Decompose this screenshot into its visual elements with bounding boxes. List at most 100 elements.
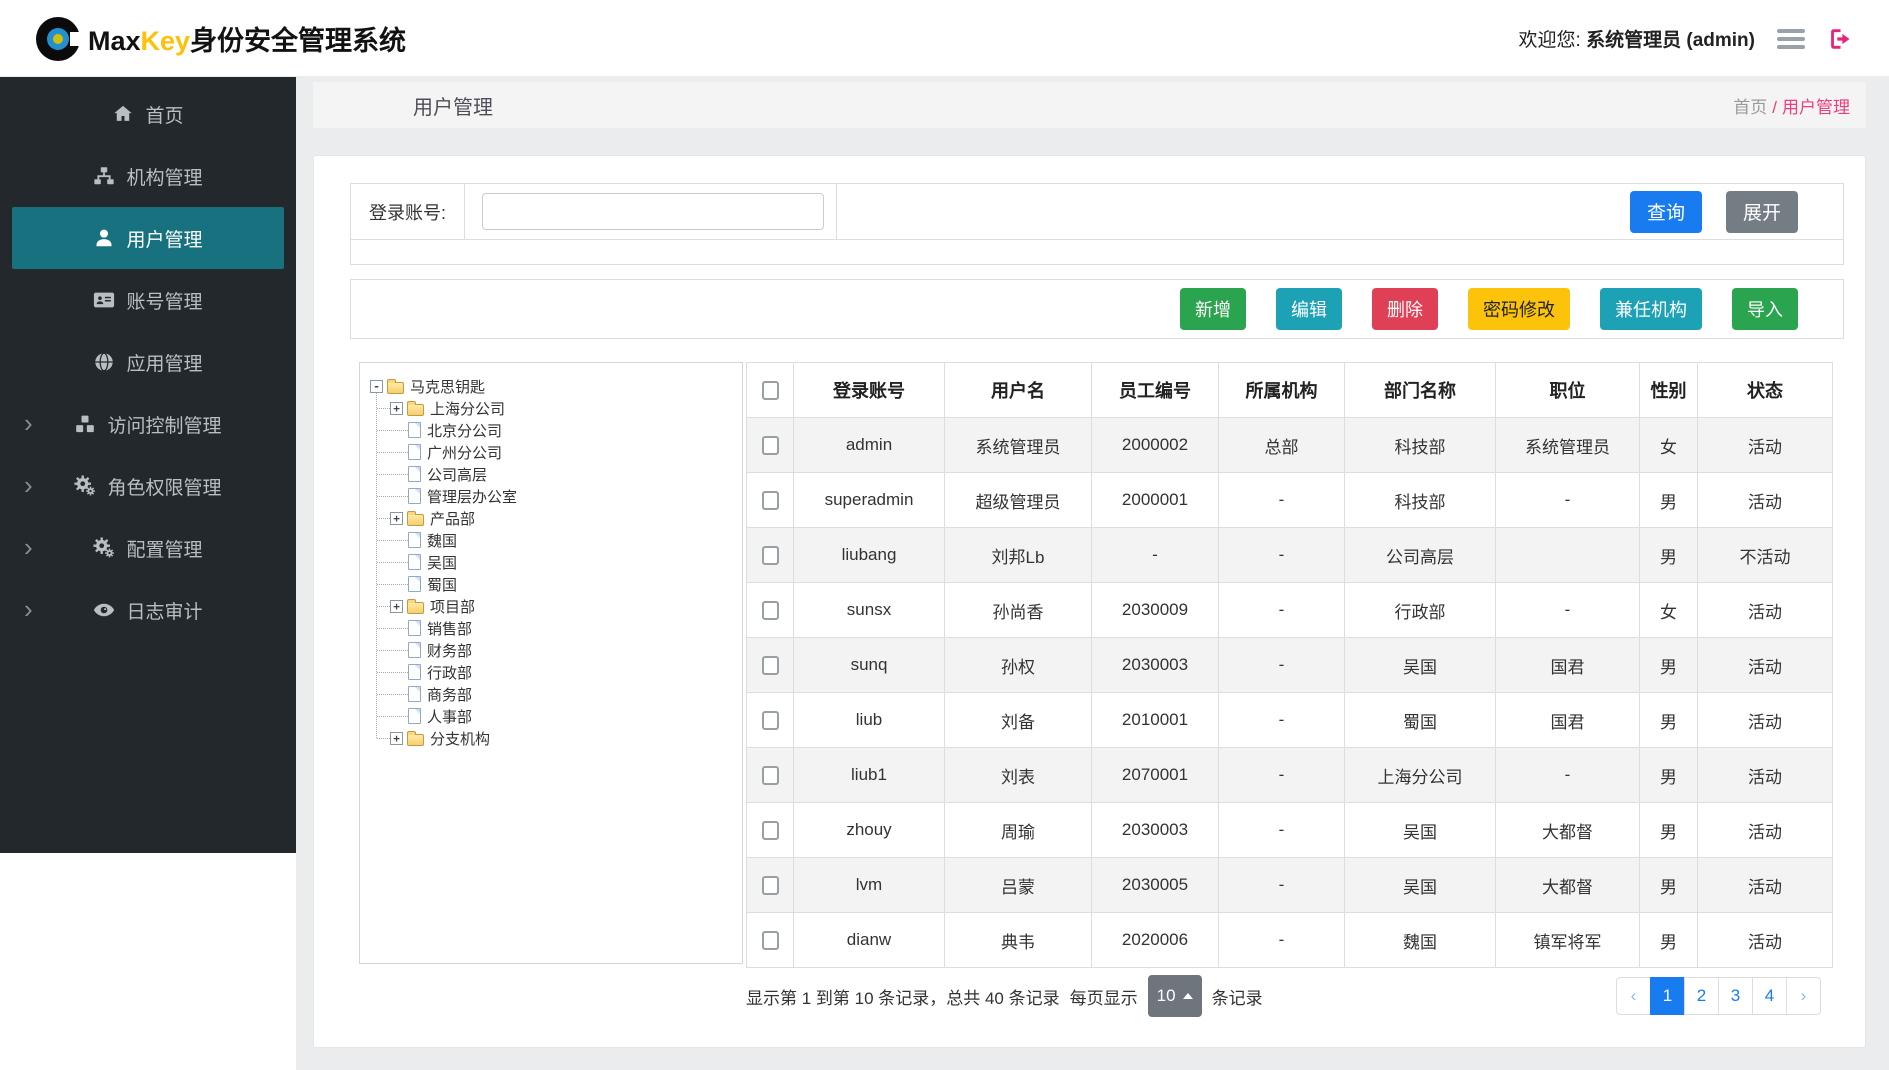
page-size-select[interactable]: 10: [1148, 975, 1202, 1017]
tree-toggle[interactable]: +: [390, 402, 403, 415]
table-cell: 2020006: [1092, 913, 1219, 968]
tree-node-label[interactable]: 管理层办公室: [427, 486, 517, 507]
tree-node-label[interactable]: 广州分公司: [427, 442, 502, 463]
tree-node-label[interactable]: 上海分公司: [430, 398, 505, 419]
page-button-1[interactable]: 1: [1650, 977, 1685, 1015]
add-button[interactable]: 新增: [1180, 288, 1246, 330]
table-row[interactable]: sunq孙权2030003-吴国国君男活动: [747, 638, 1833, 693]
row-checkbox[interactable]: [762, 876, 779, 895]
sidebar-item-home[interactable]: 首页: [12, 83, 284, 145]
tree-node[interactable]: + 产品部: [360, 507, 742, 529]
table-row[interactable]: liub1刘表2070001-上海分公司-男活动: [747, 748, 1833, 803]
page-button-4[interactable]: 4: [1752, 977, 1787, 1015]
table-cell: 魏国: [1345, 913, 1496, 968]
sidebar-item-account-mgmt[interactable]: 账号管理: [12, 269, 284, 331]
table-cell: 活动: [1698, 748, 1833, 803]
sidebar-item-app-mgmt[interactable]: 应用管理: [12, 331, 284, 393]
query-button[interactable]: 查询: [1630, 191, 1702, 233]
row-checkbox[interactable]: [762, 766, 779, 785]
sidebar-item-org-mgmt[interactable]: 机构管理: [12, 145, 284, 207]
table-cell: 活动: [1698, 693, 1833, 748]
tree-node[interactable]: 广州分公司: [360, 441, 742, 463]
tree-node[interactable]: + 上海分公司: [360, 397, 742, 419]
login-account-input[interactable]: [482, 193, 824, 230]
tree-node-label[interactable]: 蜀国: [427, 574, 457, 595]
table-cell: 活动: [1698, 803, 1833, 858]
logout-icon[interactable]: [1827, 26, 1853, 52]
edit-button[interactable]: 编辑: [1276, 288, 1342, 330]
tree-node-label[interactable]: 项目部: [430, 596, 475, 617]
tree-node[interactable]: 北京分公司: [360, 419, 742, 441]
table-row[interactable]: liub刘备2010001-蜀国国君男活动: [747, 693, 1833, 748]
row-checkbox[interactable]: [762, 601, 779, 620]
row-checkbox-cell: [747, 858, 794, 913]
tree-node-label[interactable]: 财务部: [427, 640, 472, 661]
tree-node-label[interactable]: 魏国: [427, 530, 457, 551]
table-row[interactable]: sunsx孙尚香2030009-行政部-女活动: [747, 583, 1833, 638]
tree-toggle[interactable]: +: [390, 732, 403, 745]
table-cell: 刘邦Lb: [945, 528, 1092, 583]
delete-button[interactable]: 删除: [1372, 288, 1438, 330]
table-row[interactable]: liubang刘邦Lb--公司高层男不活动: [747, 528, 1833, 583]
table-cell: dianw: [794, 913, 945, 968]
tree-node[interactable]: 商务部: [360, 683, 742, 705]
row-checkbox[interactable]: [762, 656, 779, 675]
folder-icon: [407, 602, 424, 614]
tree-node[interactable]: 公司高层: [360, 463, 742, 485]
tree-node-label[interactable]: 产品部: [430, 508, 475, 529]
tree-node-label[interactable]: 人事部: [427, 706, 472, 727]
menu-toggle-icon[interactable]: [1777, 29, 1805, 49]
tree-node[interactable]: + 项目部: [360, 595, 742, 617]
sidebar-item-log-audit[interactable]: ›日志审计: [12, 579, 284, 641]
eye-icon: [93, 599, 115, 621]
tree-node[interactable]: 人事部: [360, 705, 742, 727]
select-all-checkbox[interactable]: [762, 381, 779, 400]
table-cell: 活动: [1698, 638, 1833, 693]
expand-button[interactable]: 展开: [1726, 191, 1798, 233]
table-cell: -: [1092, 528, 1219, 583]
sidebar-item-access-control-mgmt[interactable]: ›访问控制管理: [12, 393, 284, 455]
page-button-3[interactable]: 3: [1718, 977, 1753, 1015]
row-checkbox[interactable]: [762, 711, 779, 730]
tree-node[interactable]: 财务部: [360, 639, 742, 661]
tree-node-label[interactable]: 商务部: [427, 684, 472, 705]
tree-node-label[interactable]: 吴国: [427, 552, 457, 573]
sidebar-item-role-perm-mgmt[interactable]: ›角色权限管理: [12, 455, 284, 517]
tree-node-label[interactable]: 北京分公司: [427, 420, 502, 441]
tree-node[interactable]: 吴国: [360, 551, 742, 573]
sidebar-item-config-mgmt[interactable]: ›配置管理: [12, 517, 284, 579]
table-row[interactable]: superadmin超级管理员2000001-科技部-男活动: [747, 473, 1833, 528]
next-page-button[interactable]: ›: [1786, 977, 1821, 1015]
tree-toggle[interactable]: +: [390, 512, 403, 525]
password-change-button[interactable]: 密码修改: [1468, 288, 1570, 330]
row-checkbox[interactable]: [762, 546, 779, 565]
row-checkbox[interactable]: [762, 491, 779, 510]
row-checkbox[interactable]: [762, 436, 779, 455]
tree-node-label[interactable]: 销售部: [427, 618, 472, 639]
table-row[interactable]: admin系统管理员2000002总部科技部系统管理员女活动: [747, 418, 1833, 473]
tree-node[interactable]: 蜀国: [360, 573, 742, 595]
table-row[interactable]: dianw典韦2020006-魏国镇军将军男活动: [747, 913, 1833, 968]
row-checkbox[interactable]: [762, 821, 779, 840]
concurrent-org-button[interactable]: 兼任机构: [1600, 288, 1702, 330]
page-button-2[interactable]: 2: [1684, 977, 1719, 1015]
table-row[interactable]: zhouy周瑜2030003-吴国大都督男活动: [747, 803, 1833, 858]
tree-node[interactable]: 管理层办公室: [360, 485, 742, 507]
tree-node[interactable]: 行政部: [360, 661, 742, 683]
table-row[interactable]: lvm吕蒙2030005-吴国大都督男活动: [747, 858, 1833, 913]
prev-page-button[interactable]: ‹: [1616, 977, 1651, 1015]
tree-node[interactable]: 魏国: [360, 529, 742, 551]
import-button[interactable]: 导入: [1732, 288, 1798, 330]
tree-node-label[interactable]: 马克思钥匙: [410, 376, 485, 397]
tree-node-label[interactable]: 公司高层: [427, 464, 487, 485]
tree-node-label[interactable]: 行政部: [427, 662, 472, 683]
tree-toggle[interactable]: -: [370, 380, 383, 393]
row-checkbox[interactable]: [762, 931, 779, 950]
tree-node[interactable]: + 分支机构: [360, 727, 742, 749]
sidebar-item-user-mgmt[interactable]: 用户管理: [12, 207, 284, 269]
tree-node-label[interactable]: 分支机构: [430, 728, 490, 749]
tree-node[interactable]: 销售部: [360, 617, 742, 639]
tree-node[interactable]: - 马克思钥匙: [360, 375, 742, 397]
breadcrumb-home-link[interactable]: 首页: [1733, 98, 1767, 117]
tree-toggle[interactable]: +: [390, 600, 403, 613]
